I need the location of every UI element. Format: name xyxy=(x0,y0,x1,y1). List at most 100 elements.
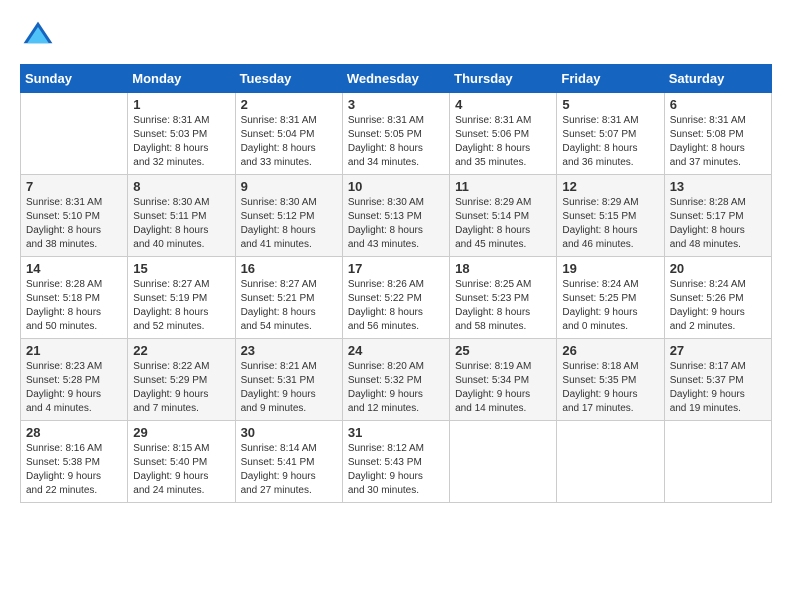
day-number: 15 xyxy=(133,261,229,276)
logo xyxy=(20,18,60,54)
logo-icon xyxy=(20,18,56,54)
col-header-wednesday: Wednesday xyxy=(342,65,449,93)
day-number: 22 xyxy=(133,343,229,358)
cell-info: Sunrise: 8:28 AM Sunset: 5:17 PM Dayligh… xyxy=(670,196,766,252)
col-header-sunday: Sunday xyxy=(21,65,128,93)
calendar-cell: 22Sunrise: 8:22 AM Sunset: 5:29 PM Dayli… xyxy=(128,339,235,421)
day-number: 10 xyxy=(348,179,444,194)
calendar-cell: 7Sunrise: 8:31 AM Sunset: 5:10 PM Daylig… xyxy=(21,175,128,257)
cell-info: Sunrise: 8:16 AM Sunset: 5:38 PM Dayligh… xyxy=(26,442,122,498)
day-number: 29 xyxy=(133,425,229,440)
day-number: 25 xyxy=(455,343,551,358)
day-number: 3 xyxy=(348,97,444,112)
day-number: 5 xyxy=(562,97,658,112)
cell-info: Sunrise: 8:17 AM Sunset: 5:37 PM Dayligh… xyxy=(670,360,766,416)
calendar-cell: 30 Sunrise: 8:14 AM Sunset: 5:41 PM Dayli… xyxy=(235,421,342,503)
calendar-cell: 19Sunrise: 8:24 AM Sunset: 5:25 PM Dayli… xyxy=(557,257,664,339)
calendar-cell: 14 Sunrise: 8:28 AM Sunset: 5:18 PM Dayli… xyxy=(21,257,128,339)
col-header-tuesday: Tuesday xyxy=(235,65,342,93)
calendar-table: SundayMondayTuesdayWednesdayThursdayFrid… xyxy=(20,64,772,503)
calendar-cell: 11 Sunrise: 8:29 AM Sunset: 5:14 PM Dayli… xyxy=(450,175,557,257)
cell-info: Sunrise: 8:31 AM Sunset: 5:05 PM Dayligh… xyxy=(348,114,444,170)
calendar-cell xyxy=(557,421,664,503)
day-number: 11 xyxy=(455,179,551,194)
cell-info: Sunrise: 8:14 AM Sunset: 5:41 PM Dayligh… xyxy=(241,442,337,498)
week-row-1: 1Sunrise: 8:31 AM Sunset: 5:03 PM Daylig… xyxy=(21,93,772,175)
cell-info: Sunrise: 8:20 AM Sunset: 5:32 PM Dayligh… xyxy=(348,360,444,416)
calendar-cell xyxy=(21,93,128,175)
page: SundayMondayTuesdayWednesdayThursdayFrid… xyxy=(0,0,792,612)
day-number: 27 xyxy=(670,343,766,358)
cell-info: Sunrise: 8:25 AM Sunset: 5:23 PM Dayligh… xyxy=(455,278,551,334)
day-number: 30 xyxy=(241,425,337,440)
header xyxy=(20,18,772,54)
calendar-cell: 1Sunrise: 8:31 AM Sunset: 5:03 PM Daylig… xyxy=(128,93,235,175)
day-number: 6 xyxy=(670,97,766,112)
col-header-friday: Friday xyxy=(557,65,664,93)
cell-info: Sunrise: 8:24 AM Sunset: 5:25 PM Dayligh… xyxy=(562,278,658,334)
cell-info: Sunrise: 8:31 AM Sunset: 5:06 PM Dayligh… xyxy=(455,114,551,170)
calendar-cell: 10 Sunrise: 8:30 AM Sunset: 5:13 PM Dayli… xyxy=(342,175,449,257)
day-number: 1 xyxy=(133,97,229,112)
calendar-cell: 20Sunrise: 8:24 AM Sunset: 5:26 PM Dayli… xyxy=(664,257,771,339)
day-number: 23 xyxy=(241,343,337,358)
calendar-cell: 8Sunrise: 8:30 AM Sunset: 5:11 PM Daylig… xyxy=(128,175,235,257)
calendar-header-row: SundayMondayTuesdayWednesdayThursdayFrid… xyxy=(21,65,772,93)
day-number: 2 xyxy=(241,97,337,112)
cell-info: Sunrise: 8:23 AM Sunset: 5:28 PM Dayligh… xyxy=(26,360,122,416)
cell-info: Sunrise: 8:15 AM Sunset: 5:40 PM Dayligh… xyxy=(133,442,229,498)
calendar-cell: 2Sunrise: 8:31 AM Sunset: 5:04 PM Daylig… xyxy=(235,93,342,175)
calendar-cell: 13 Sunrise: 8:28 AM Sunset: 5:17 PM Dayli… xyxy=(664,175,771,257)
day-number: 14 xyxy=(26,261,122,276)
cell-info: Sunrise: 8:31 AM Sunset: 5:10 PM Dayligh… xyxy=(26,196,122,252)
day-number: 24 xyxy=(348,343,444,358)
week-row-4: 21Sunrise: 8:23 AM Sunset: 5:28 PM Dayli… xyxy=(21,339,772,421)
day-number: 18 xyxy=(455,261,551,276)
calendar-cell: 25 Sunrise: 8:19 AM Sunset: 5:34 PM Dayli… xyxy=(450,339,557,421)
calendar-cell: 4 Sunrise: 8:31 AM Sunset: 5:06 PM Daylig… xyxy=(450,93,557,175)
cell-info: Sunrise: 8:21 AM Sunset: 5:31 PM Dayligh… xyxy=(241,360,337,416)
cell-info: Sunrise: 8:29 AM Sunset: 5:15 PM Dayligh… xyxy=(562,196,658,252)
day-number: 12 xyxy=(562,179,658,194)
cell-info: Sunrise: 8:31 AM Sunset: 5:07 PM Dayligh… xyxy=(562,114,658,170)
calendar-cell: 12 Sunrise: 8:29 AM Sunset: 5:15 PM Dayli… xyxy=(557,175,664,257)
day-number: 4 xyxy=(455,97,551,112)
cell-info: Sunrise: 8:29 AM Sunset: 5:14 PM Dayligh… xyxy=(455,196,551,252)
week-row-3: 14 Sunrise: 8:28 AM Sunset: 5:18 PM Dayli… xyxy=(21,257,772,339)
cell-info: Sunrise: 8:27 AM Sunset: 5:21 PM Dayligh… xyxy=(241,278,337,334)
day-number: 9 xyxy=(241,179,337,194)
calendar-cell xyxy=(664,421,771,503)
calendar-cell xyxy=(450,421,557,503)
week-row-2: 7Sunrise: 8:31 AM Sunset: 5:10 PM Daylig… xyxy=(21,175,772,257)
cell-info: Sunrise: 8:30 AM Sunset: 5:13 PM Dayligh… xyxy=(348,196,444,252)
cell-info: Sunrise: 8:12 AM Sunset: 5:43 PM Dayligh… xyxy=(348,442,444,498)
day-number: 26 xyxy=(562,343,658,358)
calendar-cell: 15 Sunrise: 8:27 AM Sunset: 5:19 PM Dayli… xyxy=(128,257,235,339)
cell-info: Sunrise: 8:30 AM Sunset: 5:12 PM Dayligh… xyxy=(241,196,337,252)
calendar-cell: 6 Sunrise: 8:31 AM Sunset: 5:08 PM Daylig… xyxy=(664,93,771,175)
week-row-5: 28 Sunrise: 8:16 AM Sunset: 5:38 PM Dayli… xyxy=(21,421,772,503)
calendar-cell: 18 Sunrise: 8:25 AM Sunset: 5:23 PM Dayli… xyxy=(450,257,557,339)
calendar-cell: 17 Sunrise: 8:26 AM Sunset: 5:22 PM Dayli… xyxy=(342,257,449,339)
calendar-cell: 16Sunrise: 8:27 AM Sunset: 5:21 PM Dayli… xyxy=(235,257,342,339)
cell-info: Sunrise: 8:28 AM Sunset: 5:18 PM Dayligh… xyxy=(26,278,122,334)
cell-info: Sunrise: 8:26 AM Sunset: 5:22 PM Dayligh… xyxy=(348,278,444,334)
calendar-cell: 26 Sunrise: 8:18 AM Sunset: 5:35 PM Dayli… xyxy=(557,339,664,421)
day-number: 20 xyxy=(670,261,766,276)
day-number: 17 xyxy=(348,261,444,276)
day-number: 13 xyxy=(670,179,766,194)
calendar-cell: 23 Sunrise: 8:21 AM Sunset: 5:31 PM Dayli… xyxy=(235,339,342,421)
col-header-thursday: Thursday xyxy=(450,65,557,93)
calendar-cell: 3 Sunrise: 8:31 AM Sunset: 5:05 PM Daylig… xyxy=(342,93,449,175)
cell-info: Sunrise: 8:19 AM Sunset: 5:34 PM Dayligh… xyxy=(455,360,551,416)
col-header-saturday: Saturday xyxy=(664,65,771,93)
calendar-cell: 9 Sunrise: 8:30 AM Sunset: 5:12 PM Daylig… xyxy=(235,175,342,257)
cell-info: Sunrise: 8:30 AM Sunset: 5:11 PM Dayligh… xyxy=(133,196,229,252)
cell-info: Sunrise: 8:31 AM Sunset: 5:08 PM Dayligh… xyxy=(670,114,766,170)
cell-info: Sunrise: 8:18 AM Sunset: 5:35 PM Dayligh… xyxy=(562,360,658,416)
calendar-cell: 24 Sunrise: 8:20 AM Sunset: 5:32 PM Dayli… xyxy=(342,339,449,421)
day-number: 28 xyxy=(26,425,122,440)
day-number: 31 xyxy=(348,425,444,440)
cell-info: Sunrise: 8:27 AM Sunset: 5:19 PM Dayligh… xyxy=(133,278,229,334)
col-header-monday: Monday xyxy=(128,65,235,93)
